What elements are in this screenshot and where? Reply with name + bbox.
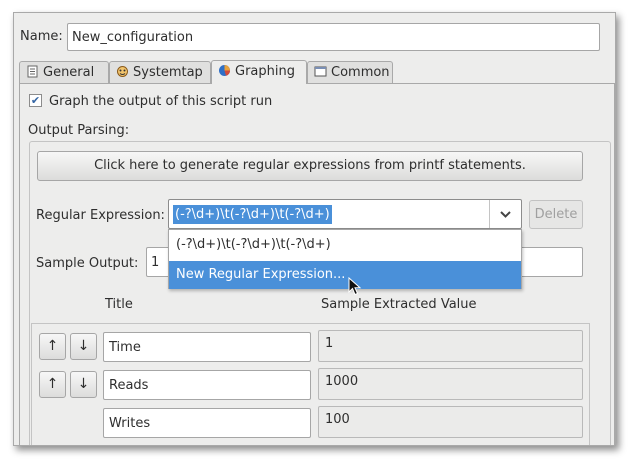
row-sample-value: 1 [318, 330, 583, 362]
row-title-input[interactable]: Reads [103, 370, 311, 400]
launch-configuration-dialog: Name: New_configuration General Systemta… [13, 12, 616, 446]
dropdown-item-new-regex[interactable]: New Regular Expression... [169, 261, 521, 289]
generate-regex-button[interactable]: Click here to generate regular expressio… [37, 151, 583, 181]
move-down-button[interactable]: ↓ [70, 371, 97, 398]
delete-regex-button[interactable]: Delete [529, 200, 583, 229]
tab-systemtap[interactable]: Systemtap [109, 61, 211, 83]
regex-combo[interactable]: (-?\d+)\t(-?\d+)\t(-?\d+) [168, 199, 522, 229]
dropdown-item-existing-regex[interactable]: (-?\d+)\t(-?\d+)\t(-?\d+) [169, 231, 521, 259]
column-sample-header: Sample Extracted Value [321, 297, 477, 312]
tab-graphing[interactable]: Graphing [211, 60, 307, 84]
document-icon [27, 65, 38, 78]
row-sample-value: 1000 [318, 368, 583, 400]
chevron-down-icon [500, 211, 511, 218]
name-label: Name: [20, 29, 63, 44]
name-input[interactable]: New_configuration [67, 23, 600, 51]
tab-general-label: General [43, 65, 95, 80]
graph-output-label: Graph the output of this script run [49, 94, 273, 109]
row-sample-value: 100 [318, 406, 583, 438]
move-up-button[interactable]: ↑ [39, 333, 66, 360]
move-down-button[interactable]: ↓ [70, 333, 97, 360]
regex-label: Regular Expression: [36, 208, 165, 223]
tab-graphing-label: Graphing [235, 64, 295, 79]
graph-output-checkbox[interactable]: ✔ [29, 94, 42, 107]
regex-dropdown-list: (-?\d+)\t(-?\d+)\t(-?\d+) New Regular Ex… [168, 229, 522, 289]
sample-output-label: Sample Output: [36, 256, 139, 271]
move-up-button[interactable]: ↑ [39, 371, 66, 398]
combo-dropdown-button[interactable] [489, 200, 521, 228]
regex-combo-value: (-?\d+)\t(-?\d+)\t(-?\d+) [173, 205, 332, 224]
column-title-header: Title [105, 297, 133, 312]
systemtap-icon [117, 66, 128, 77]
row-title-input[interactable]: Time [103, 332, 311, 362]
mouse-cursor-icon [348, 277, 362, 296]
output-parsing-label: Output Parsing: [28, 123, 133, 138]
tab-common-label: Common [331, 65, 390, 80]
pie-chart-icon [219, 65, 230, 76]
window-icon [314, 66, 327, 77]
row-title-input[interactable]: Writes [103, 408, 311, 438]
tab-common[interactable]: Common [307, 61, 393, 83]
tab-general[interactable]: General [19, 61, 109, 83]
tab-systemtap-label: Systemtap [133, 65, 203, 80]
